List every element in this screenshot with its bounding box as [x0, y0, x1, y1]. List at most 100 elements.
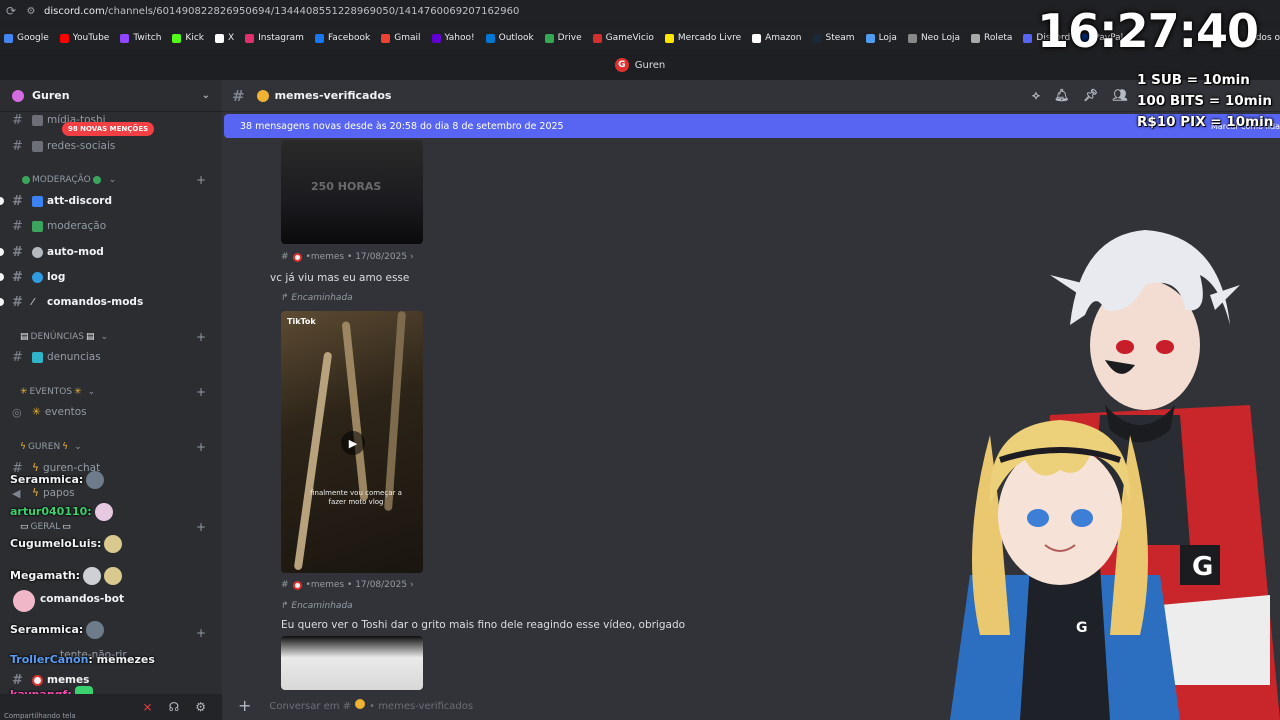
forward-source[interactable]: # • memes • 17/08/2025 ›	[281, 580, 414, 590]
bookmark-item[interactable]: Steam	[812, 33, 855, 43]
forward-arrow-icon: ↱	[281, 601, 292, 611]
bookmark-item[interactable]: YouTube	[59, 33, 109, 43]
video-attachment[interactable]: TikTok ▶ finalmente vou começar a fazer …	[281, 311, 423, 573]
bookmark-favicon-icon	[120, 33, 130, 43]
subathon-rules: 1 SUB = 10min 100 BITS = 10min R$10 PIX …	[1137, 70, 1273, 133]
channel-att-discord[interactable]: # att-discord	[12, 191, 112, 211]
avatar	[94, 503, 113, 521]
green-circle-icon	[22, 176, 30, 184]
laughing-emoji-icon	[355, 698, 366, 709]
category-guren[interactable]: ϟ GUREN ϟ ⌄ +	[20, 440, 210, 454]
channel-comandos-bot[interactable]: comandos-bot	[40, 589, 124, 609]
avatar	[13, 590, 35, 612]
speech-icon: ▭	[20, 522, 29, 532]
bookmark-item[interactable]: Twitch	[120, 33, 161, 43]
category-eventos[interactable]: ✳ EVENTOS ✳ ⌄ +	[20, 385, 210, 399]
lightning-icon: ϟ	[20, 442, 26, 452]
category-moderacao[interactable]: MODERAÇÃO ⌄ +	[20, 173, 210, 187]
members-icon[interactable]: 👥︎	[1112, 88, 1127, 103]
channel-redes-sociais[interactable]: # redes-sociais	[12, 136, 115, 156]
gear-icon[interactable]: ⚙	[195, 700, 206, 714]
reload-icon[interactable]: ⟳	[0, 4, 22, 18]
add-channel-icon[interactable]: +	[196, 385, 206, 399]
bookmark-item[interactable]: Amazon	[752, 33, 802, 43]
bookmark-item[interactable]: X	[214, 33, 234, 43]
tv-icon	[32, 114, 43, 126]
chat-overlay-message: CugumeloLuis:	[10, 535, 123, 553]
image-attachment[interactable]: 250 HORAS	[281, 140, 423, 244]
image-attachment[interactable]	[281, 636, 423, 690]
add-channel-icon[interactable]: +	[196, 440, 206, 454]
avatar	[83, 567, 102, 585]
channel-title: memes-verificados	[274, 89, 392, 102]
forward-source[interactable]: # • memes • 17/08/2025 ›	[281, 252, 414, 262]
avatar	[86, 471, 105, 489]
channel-comandos-mods[interactable]: # ⁄ comandos-mods	[12, 292, 143, 312]
bookmark-item[interactable]: Mercado Livre	[664, 33, 741, 43]
subathon-rule: R$10 PIX = 10min	[1137, 114, 1274, 130]
hash-icon: #	[12, 269, 23, 285]
hash-icon: #	[12, 138, 23, 154]
blue-square-icon	[32, 195, 43, 207]
channel-moderacao[interactable]: # moderação	[12, 216, 106, 236]
add-attachment-icon[interactable]: +	[238, 696, 251, 715]
video-frame-detail	[341, 321, 369, 501]
chevron-right-icon: ›	[407, 252, 414, 262]
add-channel-icon[interactable]: +	[196, 626, 206, 640]
chevron-down-icon: ⌄	[74, 442, 82, 452]
broadcast-icon: ◎	[12, 405, 22, 419]
server-header[interactable]: Guren ⌄	[0, 80, 222, 112]
add-channel-icon[interactable]: +	[196, 173, 206, 187]
chat-overlay-message: Serammica:	[10, 621, 105, 639]
subathon-rule: 1 SUB = 10min	[1137, 72, 1250, 88]
bookmark-item[interactable]: GameVicio	[592, 33, 654, 43]
play-icon[interactable]: ▶	[341, 431, 365, 455]
video-frame-detail	[293, 351, 333, 571]
mentions-pill[interactable]: 98 NOVAS MENÇÕES	[62, 122, 155, 136]
channel-denuncias[interactable]: # denuncias	[12, 347, 101, 367]
server-icon	[12, 89, 24, 102]
hash-icon: #	[232, 86, 245, 105]
add-channel-icon[interactable]: +	[196, 330, 206, 344]
server-name: Guren	[32, 89, 70, 102]
chat-overlay-avatar	[10, 590, 35, 612]
memo-icon: ▤	[20, 332, 29, 342]
bookmark-item[interactable]: Gmail	[381, 33, 421, 43]
headset-icon[interactable]: ☊	[169, 700, 180, 714]
bookmark-item[interactable]: Google	[4, 33, 49, 43]
bookmark-item[interactable]: Neo Loja	[907, 33, 960, 43]
bookmark-item[interactable]: Instagram	[245, 33, 304, 43]
hash-icon: #	[12, 349, 23, 365]
bookmark-favicon-icon	[592, 33, 602, 43]
chevron-right-icon: ›	[407, 580, 414, 590]
site-info-icon[interactable]: ⚙	[22, 6, 40, 17]
channel-log[interactable]: # log	[12, 267, 65, 287]
bookmark-favicon-icon	[4, 33, 13, 43]
channel-auto-mod[interactable]: # auto-mod	[12, 242, 104, 262]
bookmark-item[interactable]: Outlook	[485, 33, 534, 43]
bookmark-favicon-icon	[812, 33, 822, 43]
bookmark-item[interactable]: Facebook	[314, 33, 370, 43]
bookmark-item[interactable]: Loja	[865, 33, 897, 43]
mute-icon[interactable]: ⨯	[143, 700, 153, 714]
globe-icon	[32, 271, 43, 283]
bookmark-favicon-icon	[485, 33, 495, 43]
channel-eventos[interactable]: ◎ ✳ eventos	[12, 402, 87, 422]
bookmark-item[interactable]: Drive	[544, 33, 582, 43]
threads-icon[interactable]: ⟡	[1032, 88, 1040, 103]
bell-icon[interactable]: 🔔︎	[1054, 88, 1069, 103]
pin-icon[interactable]: 📌︎	[1083, 88, 1098, 103]
screen: ⟳ ⚙ discord.com/channels/601490822826950…	[0, 0, 1280, 720]
bookmark-item[interactable]: Roleta	[970, 33, 1012, 43]
url-text[interactable]: discord.com/channels/601490822826950694/…	[44, 6, 519, 17]
guren-logo-icon: G	[614, 58, 629, 72]
add-channel-icon[interactable]: +	[196, 520, 206, 534]
category-denuncias[interactable]: ▤ DENÚNCIAS ▤ ⌄ +	[20, 330, 210, 344]
category-geral[interactable]: ▭ GERAL ▭ +	[20, 520, 210, 534]
bookmark-item[interactable]: Yahoo!	[431, 33, 475, 43]
bookmark-item[interactable]: Kick	[172, 33, 204, 43]
chevron-down-icon[interactable]: ⌄	[202, 90, 210, 101]
tv-icon	[32, 140, 43, 152]
svg-text:G: G	[1192, 552, 1213, 582]
new-messages-bar[interactable]: 38 mensagens novas desde às 20:58 do dia…	[224, 114, 1280, 138]
